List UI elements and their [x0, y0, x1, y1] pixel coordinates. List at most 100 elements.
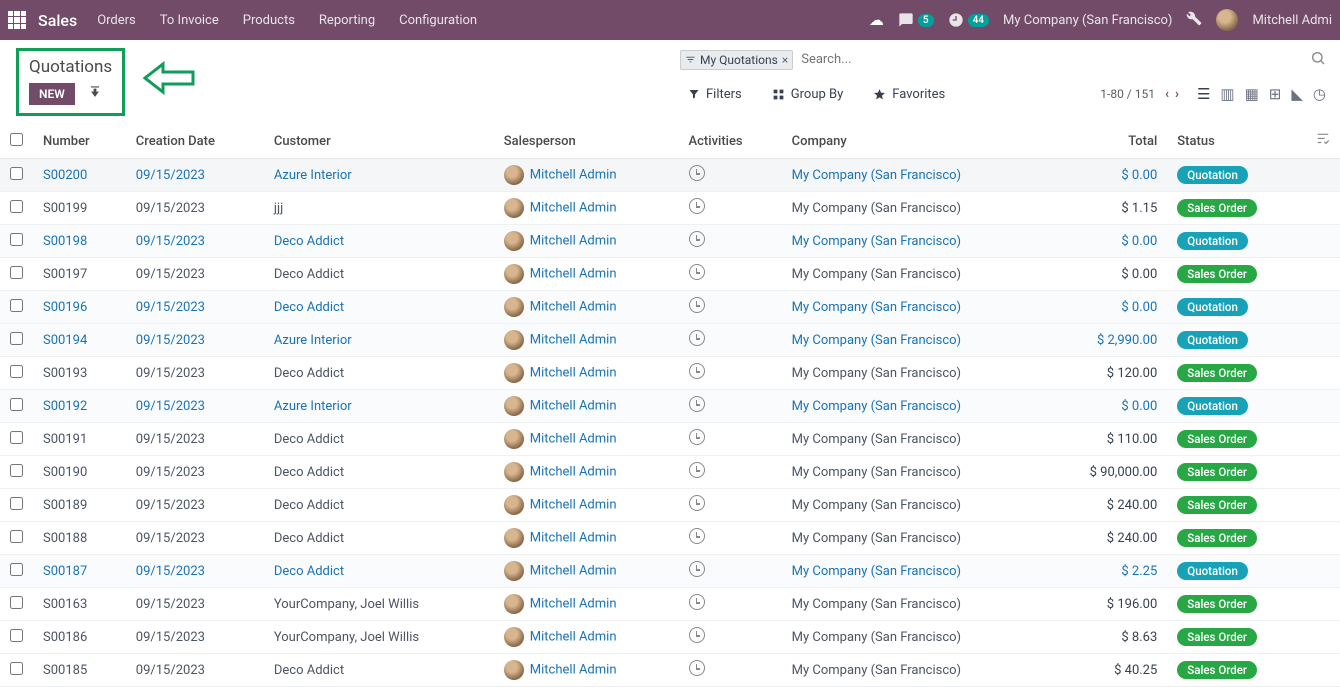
row-date[interactable]: 09/15/2023: [136, 366, 205, 381]
row-number[interactable]: S00200: [43, 168, 87, 183]
row-date[interactable]: 09/15/2023: [136, 597, 205, 612]
row-date[interactable]: 09/15/2023: [136, 531, 205, 546]
row-checkbox[interactable]: [10, 497, 23, 510]
nav-configuration[interactable]: Configuration: [399, 13, 477, 28]
row-company[interactable]: My Company (San Francisco): [792, 498, 961, 513]
row-number[interactable]: S00196: [43, 300, 87, 315]
row-salesperson[interactable]: Mitchell Admin: [530, 332, 617, 347]
row-checkbox[interactable]: [10, 398, 23, 411]
table-row[interactable]: S00190 09/15/2023 Deco Addict Mitchell A…: [0, 456, 1340, 489]
row-customer[interactable]: Deco Addict: [274, 300, 344, 315]
table-row[interactable]: S00191 09/15/2023 Deco Addict Mitchell A…: [0, 423, 1340, 456]
table-row[interactable]: S00199 09/15/2023 jjj Mitchell Admin My …: [0, 192, 1340, 225]
clock-icon[interactable]: [689, 528, 705, 544]
row-company[interactable]: My Company (San Francisco): [792, 531, 961, 546]
row-company[interactable]: My Company (San Francisco): [792, 630, 961, 645]
row-checkbox[interactable]: [10, 299, 23, 312]
row-salesperson[interactable]: Mitchell Admin: [530, 497, 617, 512]
row-checkbox[interactable]: [10, 629, 23, 642]
col-status[interactable]: Status: [1167, 124, 1306, 159]
table-row[interactable]: S00185 09/15/2023 Deco Addict Mitchell A…: [0, 654, 1340, 687]
clock-icon[interactable]: [689, 297, 705, 313]
row-date[interactable]: 09/15/2023: [136, 663, 205, 678]
support-icon[interactable]: ☁: [869, 11, 884, 29]
row-date[interactable]: 09/15/2023: [136, 234, 205, 249]
row-company[interactable]: My Company (San Francisco): [792, 663, 961, 678]
row-checkbox[interactable]: [10, 365, 23, 378]
pager-prev[interactable]: ‹: [1165, 87, 1169, 102]
nav-orders[interactable]: Orders: [97, 13, 136, 28]
settings-icon[interactable]: [1186, 10, 1202, 30]
table-row[interactable]: S00187 09/15/2023 Deco Addict Mitchell A…: [0, 555, 1340, 588]
row-salesperson[interactable]: Mitchell Admin: [530, 563, 617, 578]
row-checkbox[interactable]: [10, 662, 23, 675]
row-company[interactable]: My Company (San Francisco): [792, 168, 961, 183]
apps-icon[interactable]: [8, 11, 26, 29]
row-salesperson[interactable]: Mitchell Admin: [530, 365, 617, 380]
clock-icon[interactable]: [689, 660, 705, 676]
pager-text[interactable]: 1-80 / 151: [1100, 87, 1155, 101]
row-number[interactable]: S00187: [43, 564, 87, 579]
row-salesperson[interactable]: Mitchell Admin: [530, 662, 617, 677]
row-number[interactable]: S00192: [43, 399, 87, 414]
favorites-button[interactable]: Favorites: [873, 87, 945, 102]
row-date[interactable]: 09/15/2023: [136, 465, 205, 480]
row-number[interactable]: S00191: [43, 432, 87, 447]
row-company[interactable]: My Company (San Francisco): [792, 333, 961, 348]
filter-chip[interactable]: My Quotations ×: [680, 50, 793, 70]
view-activity-icon[interactable]: ◷: [1313, 85, 1326, 103]
row-number[interactable]: S00188: [43, 531, 87, 546]
col-number[interactable]: Number: [33, 124, 126, 159]
row-customer[interactable]: Deco Addict: [274, 531, 344, 546]
row-number[interactable]: S00163: [43, 597, 87, 612]
row-checkbox[interactable]: [10, 431, 23, 444]
nav-reporting[interactable]: Reporting: [319, 13, 375, 28]
row-salesperson[interactable]: Mitchell Admin: [530, 398, 617, 413]
select-all-checkbox[interactable]: [10, 133, 23, 146]
row-salesperson[interactable]: Mitchell Admin: [530, 596, 617, 611]
row-customer[interactable]: Azure Interior: [274, 399, 352, 414]
clock-icon[interactable]: [689, 495, 705, 511]
col-activities[interactable]: Activities: [679, 124, 782, 159]
clock-icon[interactable]: [689, 363, 705, 379]
row-number[interactable]: S00193: [43, 366, 87, 381]
view-pivot-icon[interactable]: ⊞: [1269, 85, 1282, 103]
row-salesperson[interactable]: Mitchell Admin: [530, 299, 617, 314]
row-customer[interactable]: Deco Addict: [274, 564, 344, 579]
filter-chip-close[interactable]: ×: [782, 53, 788, 67]
row-date[interactable]: 09/15/2023: [136, 201, 205, 216]
row-customer[interactable]: Deco Addict: [274, 663, 344, 678]
view-calendar-icon[interactable]: ▦: [1245, 85, 1259, 103]
messages-icon[interactable]: 5: [898, 12, 934, 28]
nav-products[interactable]: Products: [243, 13, 295, 28]
row-salesperson[interactable]: Mitchell Admin: [530, 200, 617, 215]
clock-icon[interactable]: [689, 561, 705, 577]
row-customer[interactable]: YourCompany, Joel Willis: [274, 597, 419, 612]
row-checkbox[interactable]: [10, 266, 23, 279]
pager-next[interactable]: ›: [1175, 87, 1179, 102]
row-number[interactable]: S00198: [43, 234, 87, 249]
row-customer[interactable]: Deco Addict: [274, 465, 344, 480]
table-row[interactable]: S00189 09/15/2023 Deco Addict Mitchell A…: [0, 489, 1340, 522]
row-checkbox[interactable]: [10, 530, 23, 543]
row-customer[interactable]: Azure Interior: [274, 168, 352, 183]
row-checkbox[interactable]: [10, 563, 23, 576]
row-date[interactable]: 09/15/2023: [136, 432, 205, 447]
row-customer[interactable]: YourCompany, Joel Willis: [274, 630, 419, 645]
view-graph-icon[interactable]: ◣: [1291, 85, 1303, 103]
row-company[interactable]: My Company (San Francisco): [792, 597, 961, 612]
table-row[interactable]: S00194 09/15/2023 Azure Interior Mitchel…: [0, 324, 1340, 357]
row-number[interactable]: S00199: [43, 201, 87, 216]
row-customer[interactable]: Deco Addict: [274, 234, 344, 249]
row-number[interactable]: S00190: [43, 465, 87, 480]
row-checkbox[interactable]: [10, 464, 23, 477]
clock-icon[interactable]: [689, 264, 705, 280]
user-name[interactable]: Mitchell Admi: [1252, 13, 1332, 28]
app-name[interactable]: Sales: [38, 11, 77, 30]
row-customer[interactable]: Deco Addict: [274, 366, 344, 381]
row-date[interactable]: 09/15/2023: [136, 333, 205, 348]
row-customer[interactable]: Deco Addict: [274, 432, 344, 447]
row-checkbox[interactable]: [10, 167, 23, 180]
filters-button[interactable]: Filters: [688, 87, 742, 102]
col-total[interactable]: Total: [1045, 124, 1167, 159]
